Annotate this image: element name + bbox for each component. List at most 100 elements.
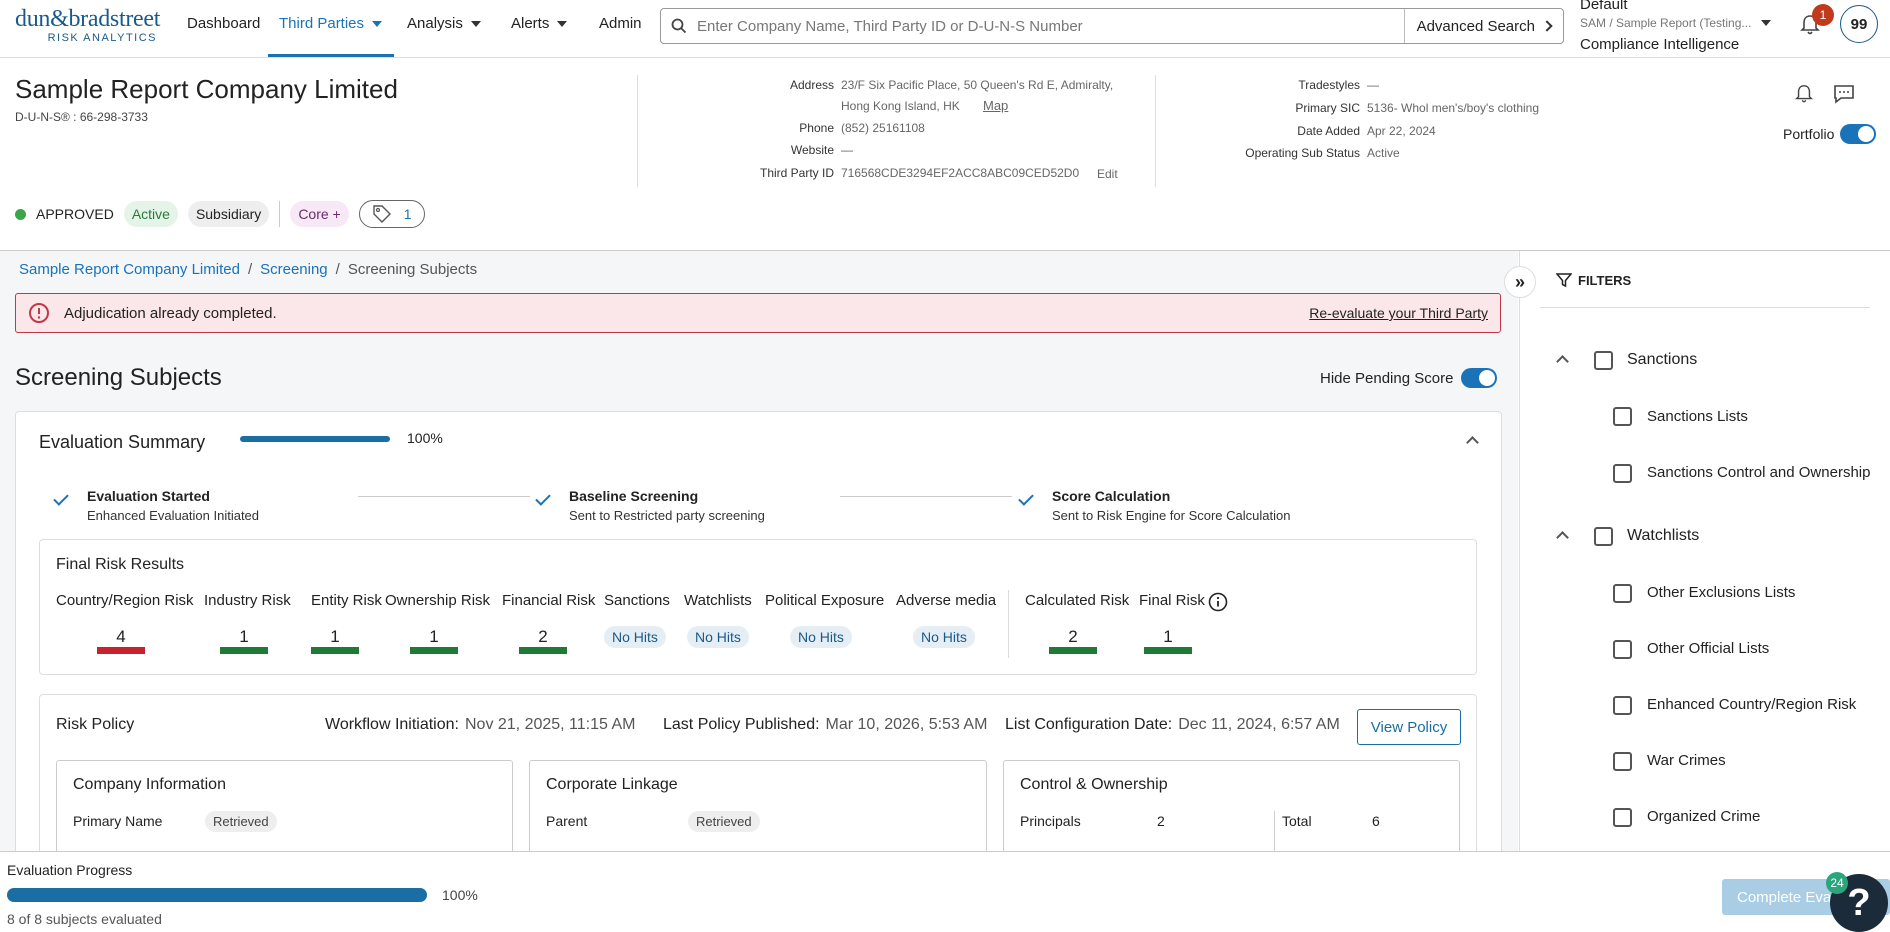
tag-icon [373,205,391,223]
risk-score: 4 [116,627,126,646]
status-row: APPROVED Active Subsidiary Core + 1 [15,200,425,228]
website-value: — [841,143,853,157]
breadcrumb: Sample Report Company Limited / Screenin… [19,261,477,278]
no-hits-badge: No Hits [790,626,852,648]
tags-button[interactable]: 1 [358,200,425,228]
risk-level-bar [97,647,145,654]
search-bar: Advanced Search [660,8,1564,44]
re-evaluate-link[interactable]: Re-evaluate your Third Party [1309,305,1488,321]
step-connector [358,496,530,497]
watchlists-checkbox[interactable] [1594,527,1613,546]
filter-checkbox[interactable] [1613,584,1632,603]
question-icon: ? [1847,881,1871,924]
breadcrumb-separator: / [335,261,340,278]
last-policy-published: Last Policy Published: Mar 10, 2026, 5:53… [663,716,988,733]
map-link[interactable]: Map [983,99,1008,113]
info-icon [1208,592,1228,612]
phone-value: (852) 25161108 [841,121,925,135]
hide-pending-toggle[interactable]: Hide Pending Score [1320,368,1498,388]
risk-level-bar [1144,647,1192,654]
view-policy-button[interactable]: View Policy [1357,709,1461,745]
portfolio-toggle[interactable]: Portfolio [1783,124,1877,144]
workflow-initiation: Workflow Initiation: Nov 21, 2025, 11:15 … [325,716,636,733]
control-ownership-title: Control & Ownership [1020,776,1168,793]
collapse-sidebar-button[interactable]: » [1504,266,1536,298]
total-value: 6 [1372,813,1380,829]
nav-alerts[interactable]: Alerts [511,15,568,32]
divider [1540,307,1870,308]
filter-label: Other Exclusions Lists [1647,584,1796,601]
nav-third-parties[interactable]: Third Parties [279,15,383,32]
portfolio-label: Portfolio [1783,126,1835,142]
bell-icon [1794,85,1814,103]
address-label: Address [789,78,834,92]
company-information-card: Company Information Primary Name Retriev… [56,760,513,860]
breadcrumb-screening[interactable]: Screening [260,261,328,278]
account-org: SAM / Sample Report (Testing... [1580,16,1752,30]
filter-checkbox[interactable] [1613,464,1632,483]
risk-score: 1 [429,627,439,646]
nav-analysis[interactable]: Analysis [407,15,481,32]
nav-dashboard[interactable]: Dashboard [187,15,260,32]
address-line2: Hong Kong Island, HK [841,99,960,113]
chevron-down-icon [470,20,481,27]
filter-checkbox[interactable] [1613,696,1632,715]
risk-score: 1 [239,627,249,646]
toggle-switch[interactable] [1840,124,1877,144]
toggle-switch[interactable] [1461,368,1498,388]
account-selector[interactable]: Default SAM / Sample Report (Testing... … [1580,0,1780,53]
filter-checkbox[interactable] [1613,640,1632,659]
nav-label: Third Parties [279,15,365,32]
search-icon [671,18,687,34]
evaluation-progress-title: Evaluation Progress [7,862,133,878]
chevron-right-icon [1541,20,1553,32]
dnb-logo[interactable]: dun&bradstreet RISK ANALYTICS [15,6,165,46]
control-ownership-card: Control & Ownership Principals 2 Total 6 [1003,760,1460,860]
no-hits-badge: No Hits [687,626,749,648]
edit-link[interactable]: Edit [1097,167,1118,181]
approval-status: APPROVED [36,206,114,222]
avatar[interactable]: 99 [1840,5,1878,43]
filters-header: FILTERS [1556,272,1631,288]
nav-label: Dashboard [187,15,261,32]
retrieved-badge: Retrieved [688,811,760,832]
risk-label: Sanctions [604,592,670,609]
principals-label: Principals [1020,813,1081,829]
sanctions-group-label: Sanctions [1627,351,1698,368]
sanctions-checkbox[interactable] [1594,351,1613,370]
footer-progress-track [7,888,427,902]
filter-label: Sanctions Lists [1647,408,1748,425]
subjects-evaluated-count: 8 of 8 subjects evaluated [7,911,162,927]
advanced-search-label: Advanced Search [1416,17,1535,35]
sub-status-label: Operating Sub Status [1245,146,1360,160]
risk-label: Ownership Risk [385,592,491,609]
breadcrumb-company[interactable]: Sample Report Company Limited [19,261,240,278]
nav-admin[interactable]: Admin [599,15,642,32]
search-input[interactable] [697,17,1404,35]
filter-checkbox[interactable] [1613,407,1632,426]
alert-bell-button[interactable] [1794,84,1814,104]
footer-progress-label: 100% [442,887,478,903]
filter-checkbox[interactable] [1613,808,1632,827]
risk-label: Adverse media [896,592,997,609]
nav-label: Alerts [511,15,550,32]
help-badge: 24 [1826,872,1848,894]
chevron-down-icon [1761,20,1772,26]
step-score-calculation: Score Calculation Sent to Risk Engine for… [1052,488,1291,523]
page-title: Screening Subjects [15,364,222,391]
filter-checkbox[interactable] [1613,752,1632,771]
footer-progress-fill [7,888,427,902]
divider [637,75,638,187]
comments-button[interactable] [1833,84,1855,104]
retrieved-badge: Retrieved [205,811,277,832]
advanced-search-button[interactable]: Advanced Search [1403,9,1563,43]
chat-icon [1834,85,1854,104]
filter-label: Organized Crime [1647,808,1761,825]
adjudication-alert: Adjudication already completed. Re-evalu… [15,293,1501,333]
filter-label: Enhanced Country/Region Risk [1647,696,1857,713]
evaluation-progress-bar [240,436,390,442]
risk-score: 2 [538,627,548,646]
corporate-linkage-card: Corporate Linkage Parent Retrieved [529,760,987,860]
breadcrumb-separator: / [247,261,253,278]
notifications-button[interactable]: 1 [1800,4,1834,36]
